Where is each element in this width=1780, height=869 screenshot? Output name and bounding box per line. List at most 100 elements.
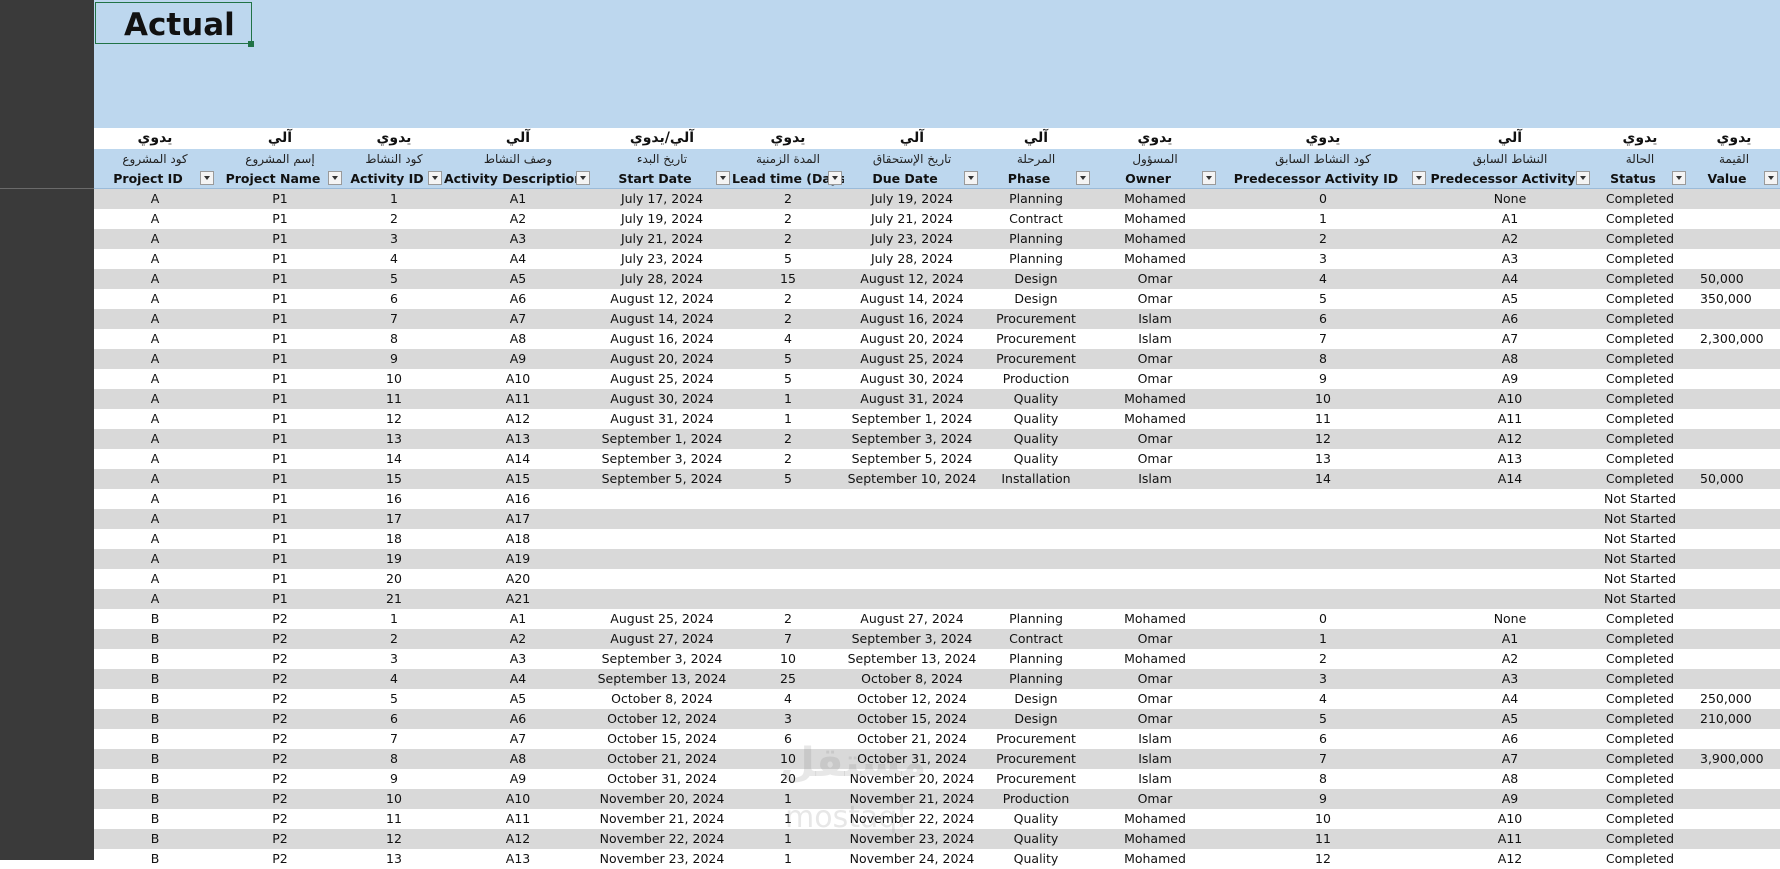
cell-activity-id[interactable]: 6	[344, 709, 444, 729]
cell-lead-time[interactable]: 1	[732, 409, 844, 429]
cell-status[interactable]: Completed	[1592, 329, 1688, 349]
cell-project-id[interactable]: B	[94, 609, 216, 629]
cell-project-name[interactable]: P2	[216, 849, 344, 869]
cell-activity-description[interactable]: A9	[444, 349, 592, 369]
cell-project-id[interactable]: B	[94, 689, 216, 709]
cell-activity-description[interactable]: A10	[444, 369, 592, 389]
cell-due-date[interactable]: October 15, 2024	[844, 709, 980, 729]
cell-lead-time[interactable]: 3	[732, 709, 844, 729]
cell-value[interactable]	[1688, 549, 1780, 569]
cell-status[interactable]: Completed	[1592, 849, 1688, 869]
cell-phase[interactable]: Quality	[980, 849, 1092, 869]
cell-phase[interactable]: Design	[980, 709, 1092, 729]
cell-project-name[interactable]: P1	[216, 369, 344, 389]
cell-activity-description[interactable]: A4	[444, 249, 592, 269]
cell-owner[interactable]: Islam	[1092, 749, 1218, 769]
cell-value[interactable]	[1688, 229, 1780, 249]
filter-dropdown-button[interactable]	[1672, 171, 1686, 185]
cell-project-id[interactable]: A	[94, 549, 216, 569]
cell-phase[interactable]: Installation	[980, 469, 1092, 489]
cell-phase[interactable]: Procurement	[980, 329, 1092, 349]
cell-due-date[interactable]	[844, 509, 980, 529]
cell-start-date[interactable]	[592, 569, 732, 589]
cell-lead-time[interactable]: 1	[732, 389, 844, 409]
cell-activity-id[interactable]: 10	[344, 789, 444, 809]
cell-value[interactable]	[1688, 669, 1780, 689]
cell-activity-id[interactable]: 8	[344, 329, 444, 349]
cell-predecessor-activity[interactable]: A6	[1428, 309, 1592, 329]
cell-phase[interactable]: Planning	[980, 669, 1092, 689]
cell-status[interactable]: Completed	[1592, 249, 1688, 269]
cell-owner[interactable]: Mohamed	[1092, 229, 1218, 249]
cell-start-date[interactable]: July 23, 2024	[592, 249, 732, 269]
cell-activity-id[interactable]: 21	[344, 589, 444, 609]
cell-phase[interactable]: Procurement	[980, 729, 1092, 749]
cell-activity-description[interactable]: A4	[444, 669, 592, 689]
cell-project-id[interactable]: A	[94, 489, 216, 509]
cell-value[interactable]: 350,000	[1688, 289, 1780, 309]
cell-due-date[interactable]: October 12, 2024	[844, 689, 980, 709]
fill-handle[interactable]	[248, 41, 254, 47]
cell-phase[interactable]: Contract	[980, 209, 1092, 229]
cell-status[interactable]: Completed	[1592, 449, 1688, 469]
cell-activity-description[interactable]: A14	[444, 449, 592, 469]
filter-dropdown-button[interactable]	[1076, 171, 1090, 185]
cell-activity-id[interactable]: 7	[344, 309, 444, 329]
cell-owner[interactable]: Omar	[1092, 269, 1218, 289]
cell-phase[interactable]: Planning	[980, 249, 1092, 269]
cell-predecessor-activity-id[interactable]: 9	[1218, 789, 1428, 809]
cell-predecessor-activity-id[interactable]: 1	[1218, 209, 1428, 229]
cell-value[interactable]	[1688, 609, 1780, 629]
cell-project-name[interactable]: P2	[216, 829, 344, 849]
cell-due-date[interactable]: September 13, 2024	[844, 649, 980, 669]
cell-activity-id[interactable]: 5	[344, 689, 444, 709]
cell-owner[interactable]	[1092, 569, 1218, 589]
cell-phase[interactable]: Procurement	[980, 349, 1092, 369]
cell-start-date[interactable]	[592, 489, 732, 509]
cell-value[interactable]	[1688, 789, 1780, 809]
cell-owner[interactable]: Mohamed	[1092, 609, 1218, 629]
cell-start-date[interactable]: July 17, 2024	[592, 189, 732, 209]
cell-project-name[interactable]: P2	[216, 629, 344, 649]
cell-phase[interactable]: Quality	[980, 409, 1092, 429]
cell-activity-description[interactable]: A19	[444, 549, 592, 569]
cell-due-date[interactable]: August 14, 2024	[844, 289, 980, 309]
cell-predecessor-activity-id[interactable]: 12	[1218, 849, 1428, 869]
cell-phase[interactable]	[980, 589, 1092, 609]
cell-project-id[interactable]: A	[94, 569, 216, 589]
cell-predecessor-activity-id[interactable]: 12	[1218, 429, 1428, 449]
cell-activity-id[interactable]: 11	[344, 389, 444, 409]
cell-owner[interactable]: Islam	[1092, 769, 1218, 789]
cell-predecessor-activity[interactable]: A1	[1428, 209, 1592, 229]
cell-activity-id[interactable]: 4	[344, 669, 444, 689]
cell-predecessor-activity[interactable]: A6	[1428, 729, 1592, 749]
cell-activity-id[interactable]: 20	[344, 569, 444, 589]
cell-activity-id[interactable]: 18	[344, 529, 444, 549]
cell-start-date[interactable]: September 5, 2024	[592, 469, 732, 489]
cell-project-id[interactable]: A	[94, 369, 216, 389]
cell-owner[interactable]: Mohamed	[1092, 649, 1218, 669]
cell-project-name[interactable]: P1	[216, 269, 344, 289]
cell-value[interactable]	[1688, 829, 1780, 849]
cell-project-name[interactable]: P1	[216, 589, 344, 609]
cell-lead-time[interactable]: 7	[732, 629, 844, 649]
cell-due-date[interactable]: August 16, 2024	[844, 309, 980, 329]
cell-phase[interactable]: Planning	[980, 609, 1092, 629]
cell-owner[interactable]: Omar	[1092, 669, 1218, 689]
cell-status[interactable]: Completed	[1592, 769, 1688, 789]
cell-owner[interactable]: Islam	[1092, 329, 1218, 349]
cell-status[interactable]: Not Started	[1592, 549, 1688, 569]
cell-predecessor-activity[interactable]	[1428, 569, 1592, 589]
cell-phase[interactable]: Quality	[980, 829, 1092, 849]
cell-project-id[interactable]: A	[94, 249, 216, 269]
cell-phase[interactable]	[980, 569, 1092, 589]
cell-predecessor-activity-id[interactable]: 11	[1218, 829, 1428, 849]
cell-start-date[interactable]: November 20, 2024	[592, 789, 732, 809]
cell-predecessor-activity[interactable]: A7	[1428, 749, 1592, 769]
cell-project-id[interactable]: A	[94, 309, 216, 329]
cell-owner[interactable]: Islam	[1092, 469, 1218, 489]
cell-activity-id[interactable]: 17	[344, 509, 444, 529]
cell-due-date[interactable]: September 3, 2024	[844, 429, 980, 449]
cell-predecessor-activity[interactable]: A11	[1428, 829, 1592, 849]
cell-value[interactable]: 210,000	[1688, 709, 1780, 729]
